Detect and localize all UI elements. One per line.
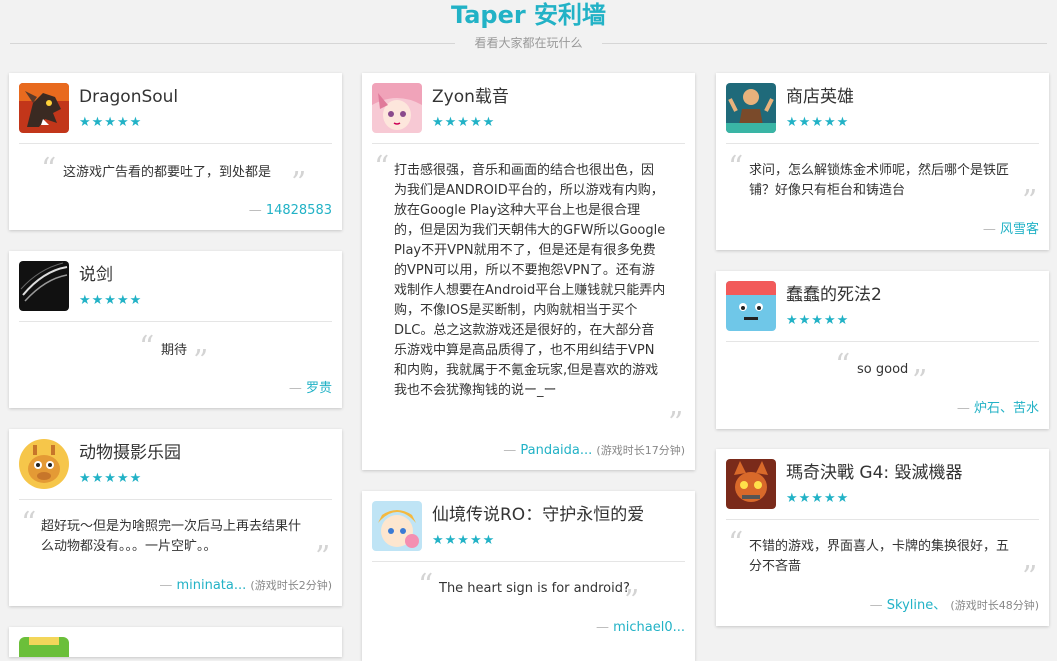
close-quote-icon: ” (291, 166, 307, 201)
review-text: 求问，怎么解锁炼金术师呢，然后哪个是铁匠铺？好像只有柜台和铸造台 (749, 163, 1010, 198)
card-divider (19, 321, 332, 322)
review-text: 期待 (161, 343, 188, 358)
sword-app-icon[interactable] (19, 261, 69, 311)
star-rating: ★★★★★ (786, 313, 850, 328)
ragnarok-app-icon[interactable] (372, 501, 422, 551)
review-card[interactable]: 瑪奇決戰 G4: 毀滅機器 ★★★★★ “ 不错的游戏，界面喜人，卡牌的集换很好… (716, 449, 1049, 626)
open-quote-icon: “ (374, 150, 390, 185)
review-card[interactable]: 仙境传说RO：守护永恒的爱 ★★★★★ “ The heart sign is … (362, 491, 695, 661)
review-card[interactable]: 商店英雄 ★★★★★ “ 求问，怎么解锁炼金术师呢，然后哪个是铁匠铺？好像只有柜… (716, 73, 1049, 250)
card-divider (19, 499, 332, 500)
close-quote-icon: ” (912, 364, 928, 399)
close-quote-icon: ” (193, 344, 209, 379)
review-text: 打击感很强，音乐和画面的结合也很出色，因为我们是ANDROID平台的，所以游戏有… (394, 163, 666, 398)
open-quote-icon: “ (728, 526, 744, 561)
app-name[interactable]: 说剑 (79, 263, 113, 287)
star-rating: ★★★★★ (786, 115, 850, 130)
app-name[interactable]: 仙境传说RO：守护永恒的爱 (432, 503, 644, 527)
card-divider (726, 143, 1039, 144)
review-author[interactable]: — mininata... (游戏时长2分钟) (159, 577, 332, 595)
star-rating: ★★★★★ (432, 115, 496, 130)
close-quote-icon: ” (1022, 560, 1038, 595)
review-author[interactable]: — Pandaida... (游戏时长17分钟) (503, 442, 685, 460)
open-quote-icon: “ (728, 150, 744, 185)
close-quote-icon: ” (668, 406, 684, 441)
close-quote-icon: ” (624, 584, 640, 619)
dragon-app-icon[interactable] (19, 83, 69, 133)
dumb-ways-app-icon[interactable] (726, 281, 776, 331)
app-name[interactable]: 动物摄影乐园 (79, 441, 181, 465)
open-quote-icon: “ (21, 506, 37, 541)
anime-girl-app-icon[interactable] (372, 83, 422, 133)
review-author[interactable]: — 罗贵 (289, 380, 332, 398)
review-text: 不错的游戏，界面喜人，卡牌的集换很好，五分不吝啬 (749, 539, 1010, 574)
review-text: so good (857, 362, 909, 377)
review-card[interactable]: DragonSoul ★★★★★ “ 这游戏广告看的都要吐了，到处都是 ” — … (9, 73, 342, 230)
review-author[interactable]: — 风雪客 (983, 221, 1039, 239)
robot-cat-app-icon[interactable] (726, 459, 776, 509)
star-rating: ★★★★★ (432, 533, 496, 548)
card-divider (19, 143, 332, 144)
app-name[interactable]: DragonSoul (79, 85, 178, 109)
review-card[interactable]: 蠢蠢的死法2 ★★★★★ “ so good ” — 炉石、苦水 (716, 271, 1049, 429)
review-author[interactable]: — michael0... (596, 619, 685, 637)
open-quote-icon: “ (835, 348, 851, 383)
review-text: 这游戏广告看的都要吐了，到处都是 (63, 165, 272, 180)
page-subtitle: 看看大家都在玩什么 (0, 35, 1057, 51)
review-card[interactable]: 动物摄影乐园 ★★★★★ “ 超好玩～但是为啥照完一次后马上再去结果什么动物都没… (9, 429, 342, 606)
review-text: 超好玩～但是为啥照完一次后马上再去结果什么动物都没有。。。一片空旷。。 (41, 519, 302, 554)
open-quote-icon: “ (41, 152, 57, 187)
review-card[interactable] (9, 627, 342, 657)
star-rating: ★★★★★ (79, 115, 143, 130)
review-card[interactable]: 说剑 ★★★★★ “ 期待 ” — 罗贵 (9, 251, 342, 408)
review-text: The heart sign is for android? (439, 581, 630, 596)
card-divider (726, 519, 1039, 520)
star-rating: ★★★★★ (79, 293, 143, 308)
star-rating: ★★★★★ (786, 491, 850, 506)
review-author[interactable]: — 炉石、苦水 (957, 400, 1039, 418)
review-author[interactable]: — 14828583 (249, 202, 332, 220)
hero-app-icon[interactable] (726, 83, 776, 133)
card-divider (372, 561, 685, 562)
partial-app-icon[interactable] (19, 637, 69, 657)
star-rating: ★★★★★ (79, 471, 143, 486)
open-quote-icon: “ (139, 330, 155, 365)
card-divider (726, 341, 1039, 342)
app-name[interactable]: Zyon载音 (432, 85, 509, 109)
review-author[interactable]: — Skyline、 (游戏时长48分钟) (870, 597, 1039, 615)
page-title: Taper 安利墙 (450, 1, 607, 29)
review-card[interactable]: Zyon载音 ★★★★★ “ 打击感很强，音乐和画面的结合也很出色，因为我们是A… (362, 73, 695, 470)
app-name[interactable]: 瑪奇決戰 G4: 毀滅機器 (786, 461, 963, 485)
close-quote-icon: ” (315, 540, 331, 575)
card-divider (372, 143, 685, 144)
app-name[interactable]: 商店英雄 (786, 85, 854, 109)
giraffe-app-icon[interactable] (19, 439, 69, 489)
page-header: Taper 安利墙 看看大家都在玩什么 (0, 0, 1057, 60)
app-name[interactable]: 蠢蠢的死法2 (786, 283, 882, 307)
open-quote-icon: “ (418, 568, 434, 603)
close-quote-icon: ” (1022, 184, 1038, 219)
